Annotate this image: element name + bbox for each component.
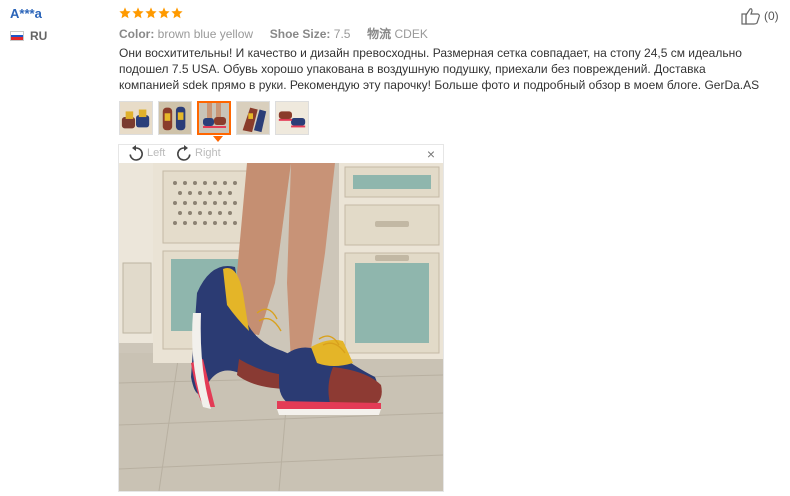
helpful-button[interactable]: (0) [741,7,779,25]
shipping-label: 物流 [367,27,392,41]
review-photo [119,163,443,491]
photo-thumbnail[interactable] [119,101,153,135]
photo-viewer: Left Right × [118,144,444,492]
viewer-toolbar: Left Right × [119,145,443,163]
rotate-right-label: Right [195,147,221,159]
shipping-value: CDEK [394,27,428,41]
color-label: Color: [119,27,155,41]
order-attributes: Color: brown blue yellow Shoe Size: 7.5 … [119,25,428,42]
active-thumbnail-pointer [213,136,223,142]
photo-thumbnail-active[interactable] [197,101,231,135]
photo-thumbnail[interactable] [158,101,192,135]
reviewer-country: RU [10,29,47,43]
size-label: Shoe Size: [269,27,331,41]
rotate-left-button[interactable]: Left [127,145,165,161]
photo-thumbnail[interactable] [275,101,309,135]
rotate-left-icon [129,145,143,161]
reviewer-name: A***a [10,6,42,21]
rating-stars [119,7,183,19]
star-icon [171,7,183,19]
country-code: RU [30,29,48,43]
thumbs-up-icon [741,8,760,25]
close-viewer-button[interactable]: × [427,146,435,162]
rotate-left-label: Left [147,147,166,159]
rotate-right-button[interactable]: Right [175,145,221,161]
star-icon [145,7,157,19]
rotate-right-icon [177,145,191,161]
photo-thumbnails [119,101,309,135]
star-icon [119,7,131,19]
star-icon [158,7,170,19]
size-value: 7.5 [333,27,351,41]
review-text: Они восхитительны! И качество и дизайн п… [119,46,760,92]
star-icon [132,7,144,19]
reviewer-panel: A***a RU [0,0,112,496]
russia-flag-icon [10,31,24,41]
photo-thumbnail[interactable] [236,101,270,135]
helpful-count: (0) [764,9,779,23]
color-value: brown blue yellow [157,27,254,41]
